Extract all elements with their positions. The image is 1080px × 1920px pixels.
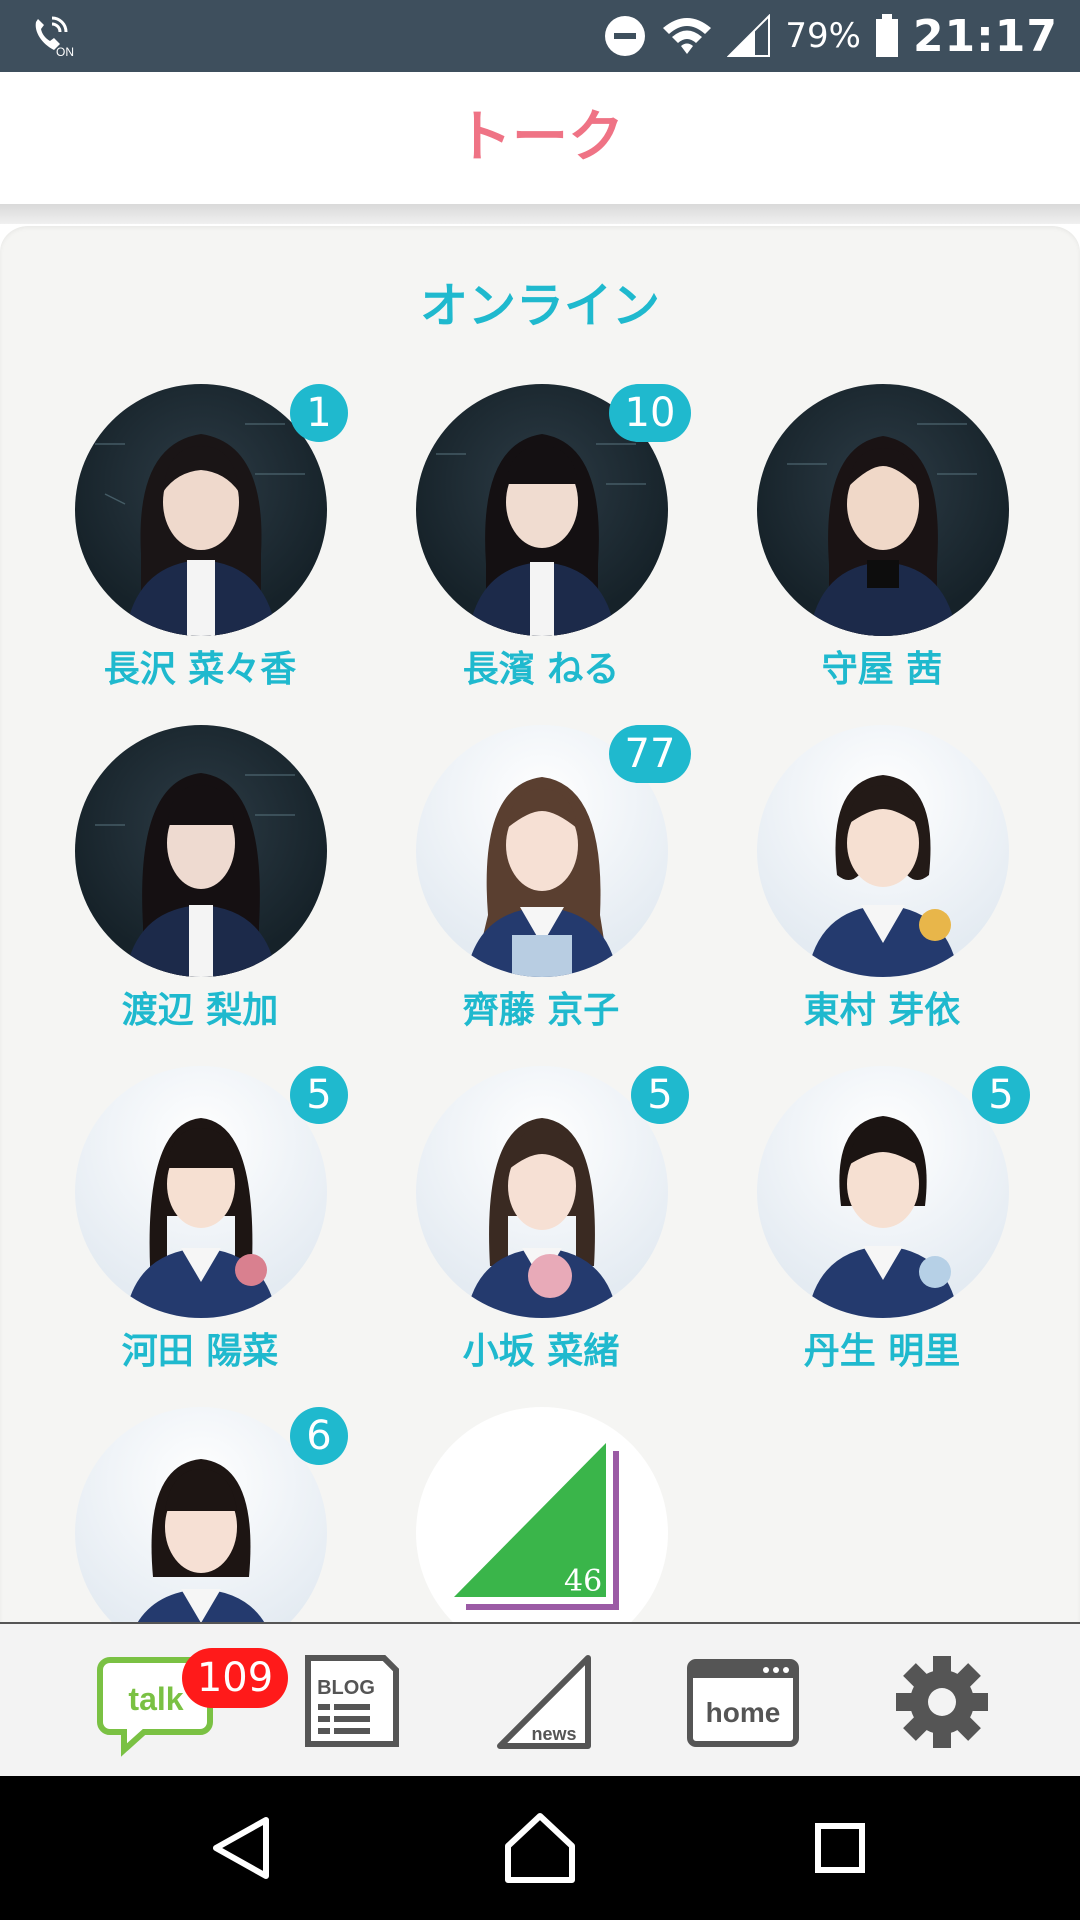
system-nav-bar bbox=[0, 1776, 1080, 1920]
status-bar: ON 79% 21:17 bbox=[0, 0, 1080, 72]
unread-badge: 10 bbox=[609, 384, 691, 442]
member-card[interactable]: 守屋 茜 bbox=[712, 384, 1052, 704]
blog-icon: BLOG bbox=[305, 1655, 399, 1747]
svg-text:home: home bbox=[706, 1697, 781, 1728]
home-nav-icon[interactable] bbox=[480, 1776, 600, 1920]
member-card[interactable]: 1 長沢 菜々香 bbox=[30, 384, 370, 704]
member-card[interactable]: 東村 芽依 bbox=[712, 725, 1052, 1045]
nav-home[interactable]: home bbox=[684, 1624, 802, 1778]
app-header: トーク bbox=[0, 72, 1080, 205]
member-avatar[interactable] bbox=[75, 384, 327, 636]
header-shadow bbox=[0, 204, 1080, 224]
member-avatar[interactable] bbox=[757, 1066, 1009, 1318]
unread-badge: 1 bbox=[290, 384, 348, 442]
svg-text:ON: ON bbox=[56, 45, 74, 58]
member-card[interactable]: 5 小坂 菜緒 bbox=[371, 1066, 711, 1386]
logo-number: 46 bbox=[564, 1564, 602, 1599]
unread-badge: 77 bbox=[609, 725, 691, 783]
wifi-icon bbox=[663, 18, 712, 54]
online-card: オンライン 1 長沢 菜々香 10 長濱 ねる 守屋 茜 渡辺 梨加 77 齊藤… bbox=[0, 224, 1080, 1624]
member-name: 河田 陽菜 bbox=[121, 1331, 279, 1372]
member-name: 渡辺 梨加 bbox=[121, 990, 279, 1031]
battery-icon bbox=[875, 14, 898, 57]
nav-settings[interactable] bbox=[892, 1624, 992, 1778]
recents-icon[interactable] bbox=[780, 1776, 900, 1920]
keyakizaka-logo[interactable]: 46 欅坂 bbox=[416, 1407, 668, 1624]
unread-badge: 6 bbox=[290, 1407, 348, 1465]
member-avatar[interactable] bbox=[75, 1066, 327, 1318]
member-card[interactable]: 5 丹生 明里 bbox=[712, 1066, 1052, 1386]
member-name: 齊藤 京子 bbox=[462, 990, 620, 1031]
member-name: 守屋 茜 bbox=[821, 649, 943, 690]
unread-badge: 5 bbox=[631, 1066, 689, 1124]
member-card[interactable]: 10 長濱 ねる bbox=[371, 384, 711, 704]
member-name: 丹生 明里 bbox=[803, 1331, 961, 1372]
signal-icon bbox=[727, 14, 771, 57]
member-name: 東村 芽依 bbox=[803, 990, 961, 1031]
gear-icon bbox=[896, 1656, 988, 1748]
news-icon: news bbox=[497, 1655, 591, 1749]
back-icon[interactable] bbox=[182, 1776, 302, 1920]
member-avatar[interactable] bbox=[757, 725, 1009, 977]
bottom-nav: talk 109 BLOG news home bbox=[0, 1622, 1080, 1778]
talk-unread-badge: 109 bbox=[182, 1648, 288, 1708]
unread-badge: 5 bbox=[290, 1066, 348, 1124]
nav-news[interactable]: news bbox=[494, 1624, 594, 1778]
clock: 21:17 bbox=[912, 10, 1058, 62]
svg-text:news: news bbox=[531, 1724, 576, 1744]
group-logo-card[interactable]: 46 欅坂 bbox=[371, 1407, 711, 1624]
member-card[interactable]: 5 河田 陽菜 bbox=[30, 1066, 370, 1386]
unread-badge: 5 bbox=[972, 1066, 1030, 1124]
member-card[interactable]: 77 齊藤 京子 bbox=[371, 725, 711, 1045]
section-title-online: オンライン bbox=[419, 278, 660, 334]
battery-percent: 79% bbox=[785, 16, 861, 56]
wifi-calling-icon: ON bbox=[35, 16, 74, 58]
member-avatar[interactable] bbox=[757, 384, 1009, 636]
member-card[interactable]: 6 bbox=[30, 1407, 370, 1624]
member-avatar[interactable] bbox=[75, 725, 327, 977]
member-name: 長沢 菜々香 bbox=[103, 649, 297, 690]
member-name: 長濱 ねる bbox=[462, 649, 620, 690]
home-icon: home bbox=[687, 1659, 799, 1747]
page-title: トーク bbox=[456, 105, 624, 170]
member-avatar[interactable] bbox=[416, 1066, 668, 1318]
nav-blog[interactable]: BLOG bbox=[302, 1624, 402, 1778]
do-not-disturb-icon bbox=[605, 16, 646, 56]
member-name: 小坂 菜緒 bbox=[462, 1331, 620, 1372]
member-avatar[interactable] bbox=[75, 1407, 327, 1624]
member-card[interactable]: 渡辺 梨加 bbox=[30, 725, 370, 1045]
svg-text:talk: talk bbox=[128, 1681, 183, 1717]
svg-text:BLOG: BLOG bbox=[317, 1677, 375, 1699]
